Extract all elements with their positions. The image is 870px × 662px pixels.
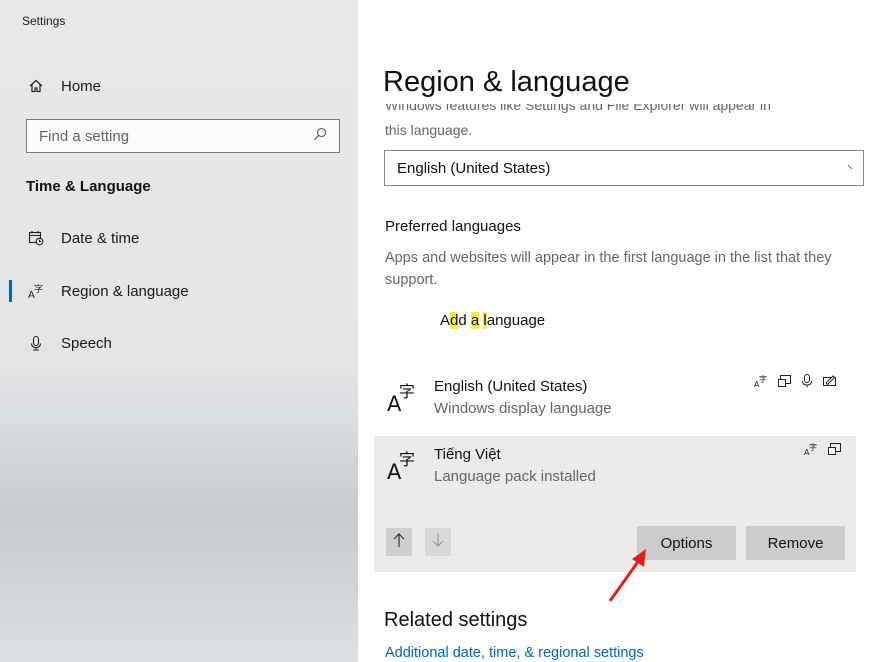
language-name: Tiếng Việt bbox=[434, 446, 501, 463]
page-title: Region & language bbox=[383, 66, 630, 98]
sidebar-item-label: Region & language bbox=[61, 282, 189, 300]
speech-icon bbox=[801, 374, 813, 388]
sidebar-item-region-language[interactable]: A字 Region & language bbox=[0, 271, 358, 311]
additional-settings-link[interactable]: Additional date, time, & regional settin… bbox=[385, 645, 644, 662]
sidebar-item-date-time[interactable]: Date & time bbox=[0, 218, 358, 258]
preferred-languages-title: Preferred languages bbox=[385, 218, 521, 235]
move-up-button[interactable] bbox=[386, 528, 412, 556]
sidebar-item-label: Speech bbox=[61, 334, 112, 352]
svg-text:字: 字 bbox=[809, 442, 817, 452]
language-options-icon: A字 bbox=[754, 374, 768, 388]
language-item-english[interactable]: A字 English (United States) Windows displ… bbox=[374, 368, 856, 428]
home-icon bbox=[28, 78, 44, 94]
display-language-description-cut: Windows features like Settings and File … bbox=[385, 104, 771, 113]
app-title: Settings bbox=[22, 14, 66, 28]
sidebar-item-speech[interactable]: Speech bbox=[0, 323, 358, 363]
chevron-down-icon bbox=[847, 161, 855, 176]
add-language-link[interactable]: Add a language bbox=[440, 312, 545, 329]
remove-button[interactable]: Remove bbox=[746, 526, 845, 560]
svg-text:字: 字 bbox=[34, 283, 43, 295]
language-options-icon: A字 bbox=[804, 442, 818, 456]
handwriting-icon bbox=[822, 374, 837, 388]
microphone-icon bbox=[28, 335, 44, 351]
dropdown-value: English (United States) bbox=[397, 159, 551, 177]
svg-text:字: 字 bbox=[759, 374, 767, 384]
sidebar-item-label: Date & time bbox=[61, 229, 140, 247]
display-language-dropdown[interactable]: English (United States) bbox=[384, 150, 864, 186]
search-icon[interactable] bbox=[313, 127, 327, 146]
annotation-arrow-icon bbox=[608, 549, 646, 602]
language-subtitle: Windows display language bbox=[434, 400, 612, 417]
move-down-button[interactable] bbox=[425, 528, 451, 556]
search-input[interactable]: Find a setting bbox=[26, 119, 340, 153]
display-icon bbox=[777, 374, 792, 388]
display-icon bbox=[827, 442, 842, 456]
section-title: Time & Language bbox=[26, 178, 151, 195]
language-subtitle: Language pack installed bbox=[434, 468, 596, 485]
related-settings-title: Related settings bbox=[384, 609, 528, 631]
display-language-description: this language. bbox=[385, 122, 473, 138]
search-placeholder: Find a setting bbox=[39, 127, 130, 145]
svg-text:字: 字 bbox=[399, 450, 415, 469]
calendar-clock-icon bbox=[28, 230, 44, 246]
sidebar-item-home[interactable]: Home bbox=[0, 66, 358, 106]
language-icon: A字 bbox=[28, 283, 44, 299]
language-features: A字 bbox=[754, 374, 837, 388]
arrow-down-icon bbox=[431, 532, 445, 553]
preferred-languages-description: Apps and websites will appear in the fir… bbox=[385, 250, 832, 288]
language-name: English (United States) bbox=[434, 378, 588, 395]
language-icon: A字 bbox=[386, 448, 420, 484]
sidebar: Settings Home Find a setting Time & Lang… bbox=[0, 0, 358, 662]
svg-text:字: 字 bbox=[399, 382, 415, 401]
language-features: A字 bbox=[804, 442, 842, 456]
language-icon: A字 bbox=[386, 380, 420, 416]
arrow-up-icon bbox=[392, 532, 406, 553]
sidebar-item-label: Home bbox=[61, 77, 102, 95]
